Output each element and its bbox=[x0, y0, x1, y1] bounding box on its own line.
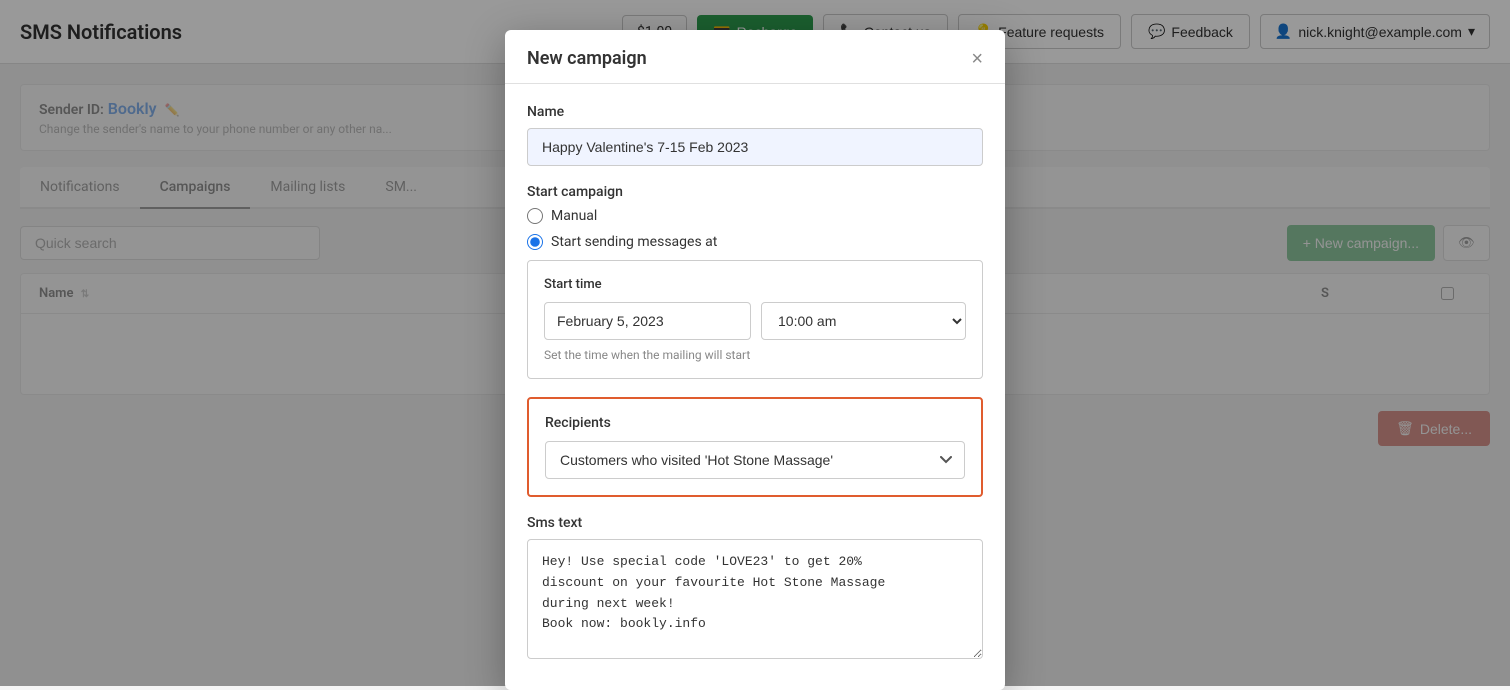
time-select[interactable]: 10:00 am 10:30 am 11:00 am bbox=[761, 302, 966, 340]
date-input[interactable] bbox=[544, 302, 751, 340]
start-campaign-group: Start campaign Manual Start sending mess… bbox=[527, 184, 983, 379]
modal-title: New campaign bbox=[527, 48, 647, 69]
radio-group: Manual Start sending messages at bbox=[527, 208, 983, 250]
recipients-section: Recipients Customers who visited 'Hot St… bbox=[527, 397, 983, 497]
modal-close-button[interactable]: × bbox=[971, 49, 983, 69]
sms-text-label: Sms text bbox=[527, 515, 983, 531]
radio-manual-input[interactable] bbox=[527, 208, 543, 224]
modal-body: Name Start campaign Manual Start sending… bbox=[505, 84, 1005, 690]
start-time-label: Start time bbox=[544, 277, 966, 292]
sms-textarea[interactable] bbox=[527, 539, 983, 659]
modal-overlay: New campaign × Name Start campaign Manu bbox=[0, 0, 1510, 686]
time-inputs: 10:00 am 10:30 am 11:00 am bbox=[544, 302, 966, 340]
radio-manual-label: Manual bbox=[551, 208, 597, 224]
new-campaign-modal: New campaign × Name Start campaign Manu bbox=[505, 30, 1005, 690]
time-hint: Set the time when the mailing will start bbox=[544, 348, 966, 362]
name-form-group: Name bbox=[527, 104, 983, 166]
campaign-name-input[interactable] bbox=[527, 128, 983, 166]
name-label: Name bbox=[527, 104, 983, 120]
start-time-box: Start time 10:00 am 10:30 am 11:00 am Se… bbox=[527, 260, 983, 379]
recipients-select[interactable]: Customers who visited 'Hot Stone Massage… bbox=[545, 441, 965, 479]
modal-header: New campaign × bbox=[505, 30, 1005, 84]
radio-schedule-input[interactable] bbox=[527, 234, 543, 250]
recipients-label: Recipients bbox=[545, 415, 965, 431]
radio-schedule-item[interactable]: Start sending messages at bbox=[527, 234, 983, 250]
sms-text-group: Sms text bbox=[527, 515, 983, 663]
start-campaign-label: Start campaign bbox=[527, 184, 983, 200]
radio-schedule-label: Start sending messages at bbox=[551, 234, 717, 250]
radio-manual-item[interactable]: Manual bbox=[527, 208, 983, 224]
